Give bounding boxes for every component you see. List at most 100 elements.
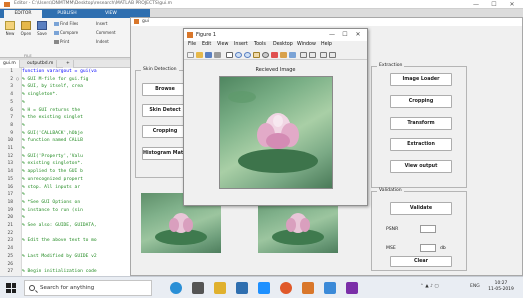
- print-button[interactable]: Print: [54, 39, 69, 44]
- edge-browser-icon[interactable]: [170, 282, 182, 294]
- legend-icon[interactable]: [309, 52, 316, 58]
- word-icon[interactable]: [324, 282, 336, 294]
- chrome-icon[interactable]: [280, 282, 292, 294]
- figure1-maximize-button[interactable]: ☐: [340, 31, 350, 38]
- link-icon[interactable]: [289, 52, 296, 58]
- view-output-button[interactable]: View output: [390, 160, 452, 173]
- extraction-button[interactable]: Extraction: [390, 138, 452, 151]
- code-line[interactable]: 12 % GUI('Property','Valu: [0, 153, 134, 161]
- doctab-add[interactable]: +: [63, 60, 74, 68]
- tab-publish[interactable]: PUBLISH: [48, 10, 86, 18]
- tab-view[interactable]: VIEW: [92, 10, 130, 18]
- code-line[interactable]: 5%: [0, 99, 134, 107]
- save-button[interactable]: Save: [35, 21, 49, 36]
- editor-maximize-button[interactable]: ☐: [486, 0, 502, 9]
- new-button[interactable]: New: [3, 21, 17, 36]
- open-button[interactable]: Open: [19, 21, 33, 36]
- psnr-field[interactable]: [420, 225, 436, 233]
- cropping-button-right[interactable]: Cropping: [390, 95, 452, 108]
- windows-start-icon[interactable]: [6, 283, 16, 293]
- mse-field[interactable]: [420, 244, 436, 252]
- code-line[interactable]: 13 % existing singleton*.: [0, 160, 134, 168]
- open-folder-icon[interactable]: [196, 52, 203, 58]
- menu-insert[interactable]: Insert: [234, 42, 248, 47]
- insert-button[interactable]: Insert: [96, 21, 107, 26]
- taskbar-clock[interactable]: 10:27 11-05-2019: [487, 281, 515, 293]
- code-line[interactable]: 18 % *See GUI Options on: [0, 199, 134, 207]
- menu-window[interactable]: Window: [297, 42, 316, 47]
- code-line[interactable]: 23 % Edit the above text to mo: [0, 237, 134, 245]
- rotate-icon[interactable]: [262, 52, 269, 58]
- editor-close-button[interactable]: ✕: [504, 0, 520, 9]
- figure1-minimize-button[interactable]: —: [327, 31, 337, 38]
- compare-button[interactable]: Compare: [54, 30, 78, 35]
- code-line[interactable]: 25 % Last Modified by GUIDE v2: [0, 253, 134, 261]
- menu-desktop[interactable]: Desktop: [273, 42, 293, 47]
- code-line[interactable]: 16 % stop. All inputs ar: [0, 184, 134, 192]
- indent-button[interactable]: Indent: [96, 39, 109, 44]
- menu-tools[interactable]: Tools: [254, 42, 266, 47]
- zoom-in-icon[interactable]: [235, 52, 242, 58]
- data-cursor-icon[interactable]: [271, 52, 278, 58]
- file-explorer-icon[interactable]: [214, 282, 226, 294]
- code-line[interactable]: 14 % applied to the GUI b: [0, 168, 134, 176]
- new-figure-icon[interactable]: [187, 52, 194, 58]
- cropping-button-left[interactable]: Cropping: [142, 125, 188, 138]
- dock-icon[interactable]: [329, 52, 336, 58]
- code-line[interactable]: 19 % instance to run (sin: [0, 207, 134, 215]
- code-line[interactable]: 17%: [0, 191, 134, 199]
- pan-icon[interactable]: [253, 52, 260, 58]
- taskbar-search-box[interactable]: Search for anything: [24, 280, 152, 296]
- menu-file[interactable]: File: [188, 42, 196, 47]
- menu-view[interactable]: View: [217, 42, 228, 47]
- matlab-taskbar-icon[interactable]: [302, 282, 314, 294]
- save-icon[interactable]: [205, 52, 212, 58]
- tray-icons[interactable]: ⌃ ▲ ♪ ▢: [420, 284, 439, 289]
- code-line[interactable]: 10 % function named CALLB: [0, 137, 134, 145]
- transform-button[interactable]: Transform: [390, 117, 452, 130]
- validate-button[interactable]: Validate: [390, 202, 452, 215]
- code-line[interactable]: 3 % GUI, by itself, crea: [0, 83, 134, 91]
- code-line[interactable]: 11%: [0, 145, 134, 153]
- code-line[interactable]: 15 % unrecognized propert: [0, 176, 134, 184]
- skin-detect-button[interactable]: Skin Detect: [142, 104, 188, 117]
- code-line[interactable]: 21 % See also: GUIDE, GUIDATA,: [0, 222, 134, 230]
- task-view-icon[interactable]: [192, 282, 204, 294]
- code-line[interactable]: 8%: [0, 122, 134, 130]
- menu-edit[interactable]: Edit: [202, 42, 211, 47]
- onenote-icon[interactable]: [346, 282, 358, 294]
- editor-minimize-button[interactable]: —: [468, 0, 484, 9]
- code-area[interactable]: 1 function varargout = gui(va 2 ○% GUI M-fi…: [0, 68, 135, 276]
- tab-editor[interactable]: EDITOR: [4, 10, 42, 18]
- figure1-close-button[interactable]: ✕: [353, 31, 363, 38]
- code-line[interactable]: 1 function varargout = gui(va: [0, 68, 134, 76]
- zoom-out-icon[interactable]: [244, 52, 251, 58]
- code-line[interactable]: 6 % H = GUI returns the: [0, 107, 134, 115]
- code-line[interactable]: 22: [0, 230, 134, 238]
- clear-button[interactable]: Clear: [390, 256, 452, 267]
- code-line[interactable]: 24: [0, 245, 134, 253]
- code-line[interactable]: 2 ○% GUI M-file for gui.fig: [0, 76, 134, 84]
- menu-help[interactable]: Help: [321, 42, 332, 47]
- comment-button[interactable]: Comment: [96, 30, 116, 35]
- pointer-icon[interactable]: [226, 52, 233, 58]
- colorbar-icon[interactable]: [300, 52, 307, 58]
- print-icon[interactable]: [214, 52, 221, 58]
- find-files-button[interactable]: Find Files: [54, 21, 78, 26]
- browse-button[interactable]: Browse: [142, 83, 188, 96]
- code-line[interactable]: 26: [0, 261, 134, 269]
- hide-tools-icon[interactable]: [320, 52, 327, 58]
- doctab-gui[interactable]: gui.m: [0, 60, 20, 68]
- brush-icon[interactable]: [280, 52, 287, 58]
- store-icon[interactable]: [236, 282, 248, 294]
- code-line[interactable]: 4 % singleton*.: [0, 91, 134, 99]
- code-line[interactable]: 9 % GUI('CALLBACK',hObje: [0, 130, 134, 138]
- code-line[interactable]: 27 % Begin initialization code: [0, 268, 134, 276]
- language-indicator[interactable]: ENG: [470, 284, 480, 289]
- image-loader-button[interactable]: Image Loader: [390, 73, 452, 86]
- code-line[interactable]: 7 % the existing singlet: [0, 114, 134, 122]
- doctab-outputbd[interactable]: outputbd.m: [24, 60, 58, 68]
- histogram-matching-button[interactable]: Histogram Matching: [142, 147, 188, 160]
- code-line[interactable]: 20%: [0, 214, 134, 222]
- mail-icon[interactable]: [258, 282, 270, 294]
